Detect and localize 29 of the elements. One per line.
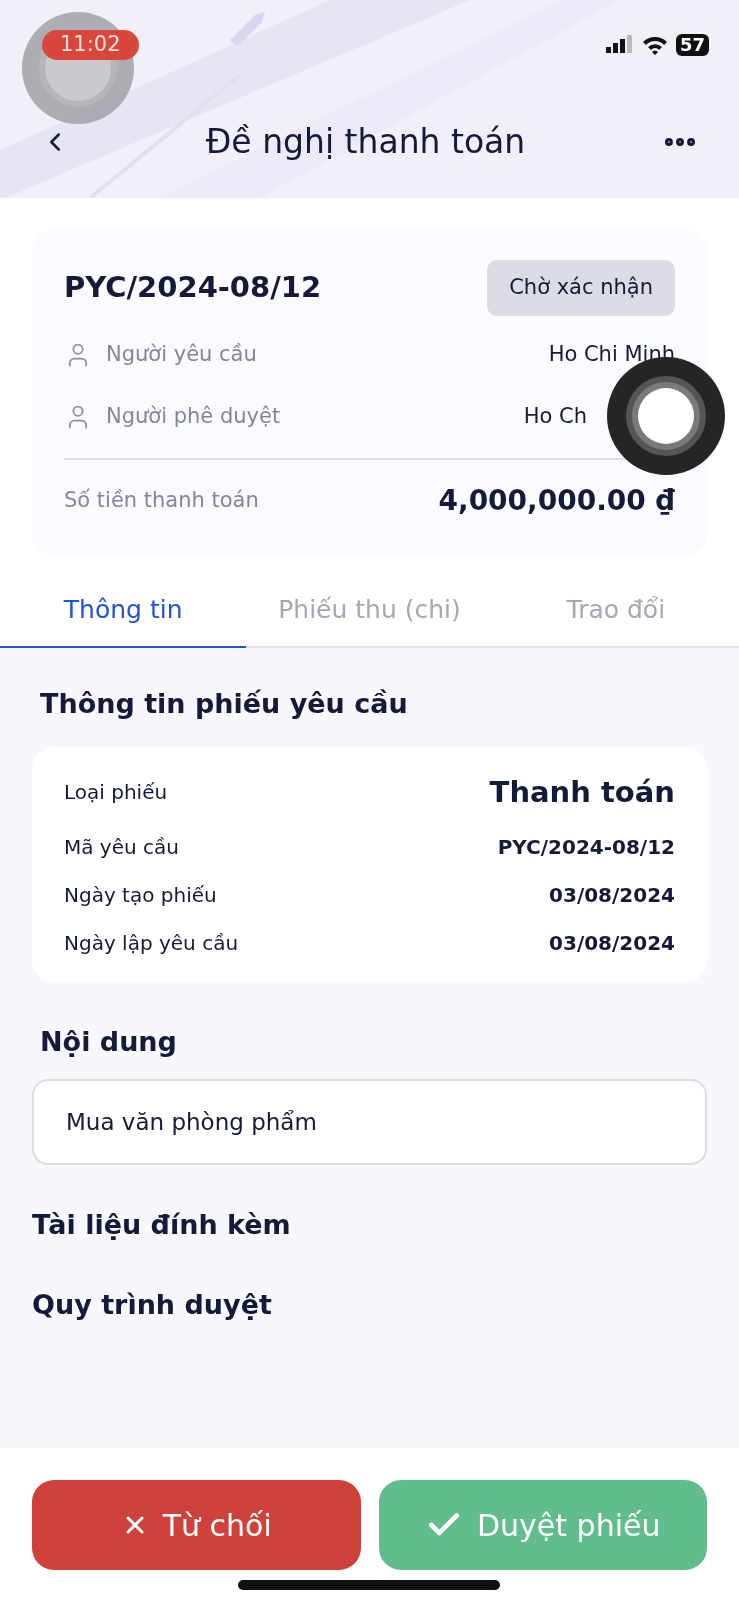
tab[interactable]: Phiếu thu (chi) bbox=[246, 574, 493, 648]
wifi-icon bbox=[641, 35, 668, 55]
person-value: Ho Ch bbox=[523, 403, 587, 431]
reject-button[interactable]: Từ chối bbox=[32, 1480, 361, 1570]
tab[interactable]: Trao đổi bbox=[492, 574, 739, 648]
info-value: Thanh toán bbox=[489, 773, 675, 811]
info-value: PYC/2024-08/12 bbox=[497, 834, 675, 861]
signal-icon bbox=[605, 35, 634, 55]
section-title: Nội dung bbox=[40, 1025, 178, 1059]
section-title: Quy trình duyệt bbox=[32, 1288, 273, 1322]
amount-value: 4,000,000.00 ₫ bbox=[438, 483, 675, 519]
battery-level: 57 bbox=[675, 34, 709, 56]
info-label: Loại phiếu bbox=[64, 779, 168, 807]
request-code: PYC/2024-08/12 bbox=[64, 269, 322, 307]
info-value: 03/08/2024 bbox=[549, 882, 675, 909]
page-title: Đề nghị thanh toán bbox=[205, 121, 526, 164]
person-label: Người yêu cầu bbox=[106, 341, 257, 369]
section-title: Tài liệu đính kèm bbox=[32, 1207, 292, 1242]
info-label: Ngày lập yêu cầu bbox=[64, 930, 239, 957]
person-label: Người phê duyệt bbox=[106, 403, 281, 431]
info-label: Ngày tạo phiếu bbox=[64, 882, 217, 909]
section-title: Thông tin phiếu yêu cầu bbox=[40, 687, 409, 721]
content-field[interactable]: Mua văn phòng phẩm bbox=[32, 1078, 707, 1165]
info-value: 03/08/2024 bbox=[549, 930, 675, 957]
status-badge: Chờ xác nhận bbox=[487, 260, 675, 316]
amount-label: Số tiền thanh toán bbox=[64, 487, 259, 515]
info-label: Mã yêu cầu bbox=[64, 834, 179, 861]
status-time: 11:02 bbox=[42, 30, 139, 60]
tab[interactable]: Thông tin bbox=[0, 574, 247, 648]
